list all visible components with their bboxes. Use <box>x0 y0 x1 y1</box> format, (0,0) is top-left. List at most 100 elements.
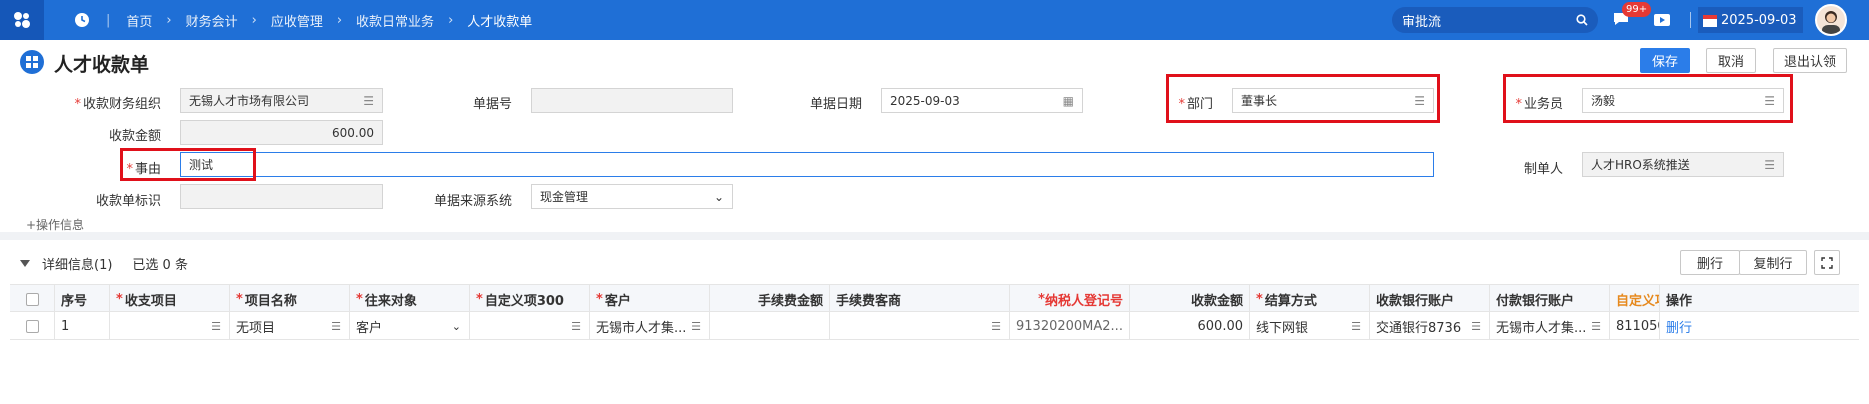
source-select[interactable]: 现金管理 ⌄ <box>531 184 733 209</box>
top-bar: | 首页 › 财务会计 › 应收管理 › 收款日常业务 › 人才收款单 审批流 … <box>0 0 1869 40</box>
list-icon[interactable]: ☰ <box>571 320 581 333</box>
delete-row-button[interactable]: 删行 <box>1680 250 1740 275</box>
col-header-settlement: * 结算方式 <box>1250 285 1370 313</box>
clock-icon[interactable] <box>74 12 90 28</box>
date-display[interactable]: 2025-09-03 <box>1698 7 1803 33</box>
save-button[interactable]: 保存 <box>1640 48 1690 73</box>
amount-field: 600.00 <box>180 120 383 145</box>
calendar-icon[interactable]: ▦ <box>1063 94 1074 108</box>
maker-field: 人才HRO系统推送 ☰ <box>1582 152 1784 177</box>
header-icons: 99+ <box>1612 0 1691 40</box>
list-icon[interactable]: ☰ <box>991 320 1001 333</box>
table-row[interactable]: 1 ☰ 无项目 ☰ 客户 ⌄ ☰ 无锡市人才集... ☰ ☰ 91320200MA2.… <box>10 312 1859 340</box>
cell-taxpayer[interactable]: 91320200MA2... <box>1010 312 1130 340</box>
chevron-right-icon: › <box>336 12 343 28</box>
cell-recv-account[interactable]: 交通银行8736 ☰ <box>1370 312 1490 340</box>
message-icon[interactable]: 99+ <box>1612 2 1652 30</box>
row-delete-link[interactable]: 删行 <box>1660 312 1779 340</box>
section-divider <box>0 232 1869 240</box>
cell-settlement[interactable]: 线下网银 ☰ <box>1250 312 1370 340</box>
current-date: 2025-09-03 <box>1721 12 1797 28</box>
cancel-button[interactable]: 取消 <box>1706 48 1756 73</box>
list-icon[interactable]: ☰ <box>363 94 374 108</box>
chevron-down-icon[interactable]: ⌄ <box>714 190 724 204</box>
chevron-right-icon: › <box>251 12 257 28</box>
list-icon: ☰ <box>1764 158 1775 172</box>
expand-icon <box>1821 256 1833 269</box>
docno-field <box>531 88 733 113</box>
logo-icon <box>14 12 30 28</box>
selected-count: 已选 0 条 <box>132 258 188 273</box>
table-header-row: 序号 * 收支项目 * 项目名称 * 往来对象 * 自定义项300 * 客户 手续费金额 … <box>10 284 1859 313</box>
cell-pay-account[interactable]: 无锡市人才集... ☰ <box>1490 312 1610 340</box>
cell-project[interactable]: 无项目 ☰ <box>230 312 350 340</box>
col-header-custom: 自定义项 <box>1610 285 1660 313</box>
page-title: 人才收款单 <box>54 54 150 76</box>
breadcrumb-receivable[interactable]: 应收管理 <box>271 11 323 30</box>
select-all-checkbox[interactable] <box>10 285 55 313</box>
search-input[interactable]: 审批流 <box>1392 7 1598 33</box>
date-field[interactable]: 2025-09-03 ▦ <box>881 88 1083 113</box>
search-icon[interactable] <box>1576 14 1588 26</box>
list-icon[interactable]: ☰ <box>1471 320 1481 333</box>
org-value: 无锡人才市场有限公司 <box>189 94 310 108</box>
cell-custom[interactable]: 811050 <box>1610 312 1660 340</box>
chevron-down-icon[interactable]: ⌄ <box>452 320 461 333</box>
flag-field <box>180 184 383 209</box>
cell-fee[interactable] <box>710 312 830 340</box>
col-header-fee-merchant: 手续费客商 <box>830 285 1010 313</box>
col-header-counterparty: * 往来对象 <box>350 285 470 313</box>
col-header-index: 序号 <box>55 285 110 313</box>
breadcrumb-home[interactable]: 首页 <box>126 11 152 30</box>
breadcrumb-divider: | <box>106 12 111 28</box>
maker-value: 人才HRO系统推送 <box>1591 158 1690 172</box>
list-icon[interactable]: ☰ <box>331 320 341 333</box>
list-icon[interactable]: ☰ <box>1351 320 1361 333</box>
calendar-icon <box>1703 15 1717 27</box>
video-icon[interactable] <box>1652 10 1672 30</box>
avatar[interactable] <box>1815 4 1847 36</box>
chevron-right-icon: › <box>448 12 454 28</box>
org-label: * 收款财务组织 <box>74 97 161 112</box>
notification-badge: 99+ <box>1622 2 1652 17</box>
reason-input[interactable]: 测试 <box>180 152 1434 177</box>
breadcrumb-daily[interactable]: 收款日常业务 <box>356 11 434 30</box>
copy-row-button[interactable]: 复制行 <box>1739 250 1807 275</box>
search-placeholder: 审批流 <box>1402 14 1442 30</box>
source-label: 单据来源系统 <box>433 194 512 209</box>
row-checkbox[interactable] <box>10 312 55 340</box>
cell-index: 1 <box>55 312 110 340</box>
fullscreen-button[interactable] <box>1814 250 1840 275</box>
cell-fee-merchant[interactable]: ☰ <box>830 312 1010 340</box>
list-icon[interactable]: ☰ <box>691 320 701 333</box>
list-icon[interactable]: ☰ <box>1591 320 1601 333</box>
col-header-fee: 手续费金额 <box>710 285 830 313</box>
col-header-action: 操作 <box>1666 293 1693 309</box>
highlight-box-reason <box>120 148 256 181</box>
cell-customer[interactable]: 无锡市人才集... ☰ <box>590 312 710 340</box>
cell-item[interactable]: ☰ <box>110 312 230 340</box>
col-header-custom300: * 自定义项300 <box>470 285 590 313</box>
cell-custom300[interactable]: ☰ <box>470 312 590 340</box>
breadcrumb: | 首页 › 财务会计 › 应收管理 › 收款日常业务 › 人才收款单 <box>74 11 532 30</box>
cell-counterparty[interactable]: 客户 ⌄ <box>350 312 470 340</box>
detail-header[interactable]: 详细信息(1) 已选 0 条 <box>20 254 188 273</box>
org-field[interactable]: 无锡人才市场有限公司 ☰ <box>180 88 383 113</box>
breadcrumb-finance[interactable]: 财务会计 <box>186 11 238 30</box>
exit-claim-button[interactable]: 退出认领 <box>1773 48 1847 73</box>
highlight-box-salesman <box>1503 74 1793 123</box>
flag-label: 收款单标识 <box>95 194 161 209</box>
source-value: 现金管理 <box>540 190 589 204</box>
document-icon <box>20 50 44 74</box>
col-header-item: * 收支项目 <box>110 285 230 313</box>
collapse-triangle-icon[interactable] <box>20 260 30 267</box>
date-label: 单据日期 <box>809 97 862 112</box>
list-icon[interactable]: ☰ <box>211 320 221 333</box>
app-logo[interactable] <box>0 0 44 40</box>
cell-amount[interactable]: 600.00 <box>1130 312 1250 340</box>
operation-info-toggle[interactable]: +操作信息 <box>26 216 84 233</box>
col-header-amount: 收款金额 <box>1130 285 1250 313</box>
col-header-taxpayer: * 纳税人登记号 <box>1010 285 1130 313</box>
col-header-pay-account: 付款银行账户 <box>1490 285 1610 313</box>
detail-title: 详细信息(1) <box>42 258 113 273</box>
